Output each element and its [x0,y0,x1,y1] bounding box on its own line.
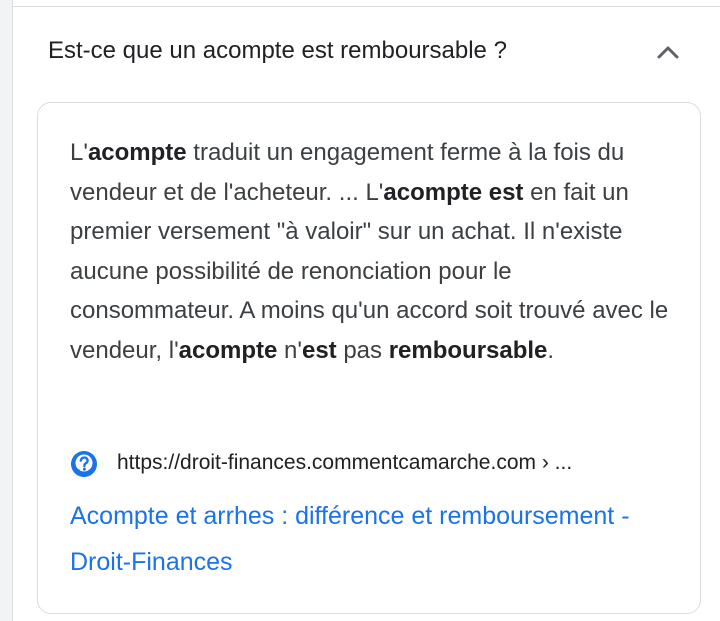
faq-answer-card: L'acompte traduit un engagement ferme à … [37,102,701,614]
answer-segment: L' [70,139,88,166]
answer-segment: . [547,336,555,364]
answer-highlight: acompte est [383,178,524,206]
faq-answer-text: L'acompte traduit un engagement ferme à … [70,133,680,370]
answer-highlight: acompte [87,139,187,166]
source-url[interactable]: https://droit-finances.commentcamarche.c… [117,451,572,475]
answer-highlight: remboursable [388,336,548,364]
answer-highlight: est [301,336,337,364]
chevron-up-icon[interactable] [653,37,683,67]
answer-highlight: acompte [178,336,278,364]
answer-segment: n' [277,336,302,364]
answer-segment: pas [336,336,389,364]
faq-question: Est-ce que un acompte est remboursable ? [48,37,507,64]
left-panel-edge [0,0,13,621]
faq-question-toggle[interactable]: Est-ce que un acompte est remboursable ? [13,7,720,99]
search-result-page: Est-ce que un acompte est remboursable ?… [0,0,720,621]
result-title-link[interactable]: Acompte et arrhes : différence et rembou… [70,493,670,585]
question-mark-icon [71,451,97,477]
source-row[interactable]: https://droit-finances.commentcamarche.c… [68,448,688,478]
